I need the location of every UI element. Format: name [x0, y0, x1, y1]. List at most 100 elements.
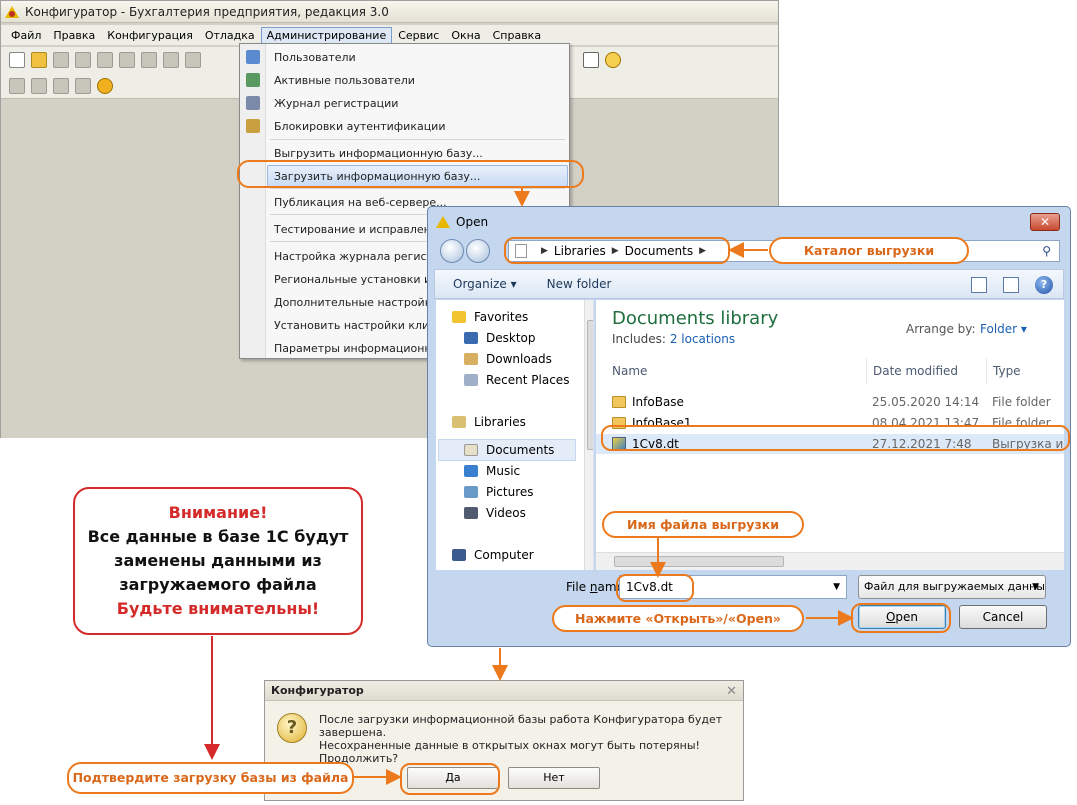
menu-item-active-users[interactable]: Активные пользователи [274, 70, 415, 90]
view-options-icon[interactable] [971, 277, 987, 293]
star-icon [452, 311, 466, 323]
cancel-button[interactable]: Cancel [959, 605, 1047, 629]
chevron-down-icon: ▼ [1032, 582, 1039, 592]
forward-button[interactable] [466, 239, 490, 263]
navigation-pane: Favorites Desktop Downloads Recent Place… [436, 300, 594, 570]
menu-item-auth-locks[interactable]: Блокировки аутентификации [274, 116, 445, 136]
run-icon[interactable] [97, 77, 113, 94]
user-icon [246, 50, 260, 64]
no-button[interactable]: Нет [508, 767, 600, 789]
database-icon[interactable] [53, 77, 69, 94]
menu-edit[interactable]: Правка [47, 27, 101, 44]
config-tree-icon[interactable] [9, 77, 25, 94]
nav-computer[interactable]: Computer [452, 546, 534, 564]
scroll-thumb[interactable] [614, 556, 784, 567]
save-icon[interactable] [53, 52, 69, 68]
help-icon[interactable]: ? [1035, 276, 1053, 294]
command-bar: Organize ▾ New folder ? [434, 269, 1064, 299]
warning-heading: Внимание! [168, 503, 268, 522]
active-users-icon [246, 73, 260, 87]
preview-pane-icon[interactable] [1003, 277, 1019, 293]
nav-downloads[interactable]: Downloads [464, 350, 552, 368]
menu-bar: Файл Правка Конфигурация Отладка Админис… [1, 25, 778, 45]
info-icon[interactable] [605, 52, 621, 68]
menu-debug[interactable]: Отладка [199, 27, 261, 44]
lock-user-icon [246, 119, 260, 133]
callout-press-open: Нажмите «Открыть»/«Open» [552, 605, 804, 632]
back-button[interactable] [440, 239, 464, 263]
nav-music[interactable]: Music [464, 462, 520, 480]
pictures-icon [464, 486, 478, 498]
recent-places-icon [464, 374, 478, 386]
nav-pictures[interactable]: Pictures [464, 483, 534, 501]
highlight-yes-button [400, 763, 500, 795]
column-type[interactable]: Type [986, 358, 1064, 384]
nav-videos[interactable]: Videos [464, 504, 526, 522]
menu-item-event-log[interactable]: Журнал регистрации [274, 93, 398, 113]
highlight-load-item [237, 160, 584, 188]
menu-item-infobase-params[interactable]: Параметры информационной [274, 338, 446, 358]
column-date-modified[interactable]: Date modified [866, 358, 986, 384]
undo-icon[interactable] [185, 52, 201, 68]
documents-icon [464, 444, 478, 456]
print-icon[interactable] [141, 52, 157, 68]
1c-logo-icon [436, 215, 450, 229]
warning-box: Внимание! Все данные в базе 1С будут зам… [73, 487, 363, 635]
chevron-down-icon[interactable]: ▼ [833, 576, 840, 598]
syntax-assistant-icon[interactable] [583, 52, 599, 68]
desktop-icon [464, 332, 478, 344]
column-name[interactable]: Name [606, 358, 866, 384]
menu-item-users[interactable]: Пользователи [274, 47, 356, 67]
scroll-thumb[interactable] [587, 320, 593, 450]
confirm-dialog-title: Конфигуратор ✕ [265, 681, 743, 701]
nav-recent-places[interactable]: Recent Places [464, 371, 569, 389]
file-row-infobase[interactable]: InfoBase 25.05.2020 14:14 File folder [596, 392, 1064, 412]
downloads-icon [464, 353, 478, 365]
library-includes: Includes: 2 locations [612, 332, 736, 346]
open-folder-icon[interactable] [31, 52, 47, 68]
menu-separator [270, 188, 565, 189]
callout-confirm: Подтвердите загрузку базы из файла [67, 762, 354, 794]
locations-link[interactable]: 2 locations [670, 332, 735, 346]
preview-icon[interactable] [163, 52, 179, 68]
menu-help[interactable]: Справка [487, 27, 547, 44]
nav-libraries[interactable]: Libraries [452, 413, 526, 431]
highlight-file-row [601, 425, 1070, 451]
organize-button[interactable]: Organize ▾ [453, 277, 517, 291]
menu-icon-strip [240, 44, 266, 358]
nav-scrollbar[interactable] [584, 300, 593, 570]
cut-icon[interactable] [75, 52, 91, 68]
highlight-address [504, 237, 730, 264]
arrange-by-dropdown[interactable]: Folder ▾ [980, 322, 1027, 336]
folder-icon [612, 396, 626, 408]
new-document-icon[interactable] [9, 52, 25, 68]
file-type-select[interactable]: Файл для выгружаемых данны ▼ [858, 575, 1046, 599]
computer-icon [452, 549, 466, 561]
file-list-scrollbar[interactable] [596, 552, 1064, 570]
menu-configuration[interactable]: Конфигурация [101, 27, 199, 44]
callout-filename: Имя файла выгрузки [602, 511, 804, 538]
paste-icon[interactable] [119, 52, 135, 68]
copy-icon[interactable] [97, 52, 113, 68]
open-dialog-title: Open [456, 215, 489, 229]
search-icon[interactable]: ⚲ [1042, 244, 1051, 258]
nav-favorites[interactable]: Favorites [452, 308, 528, 326]
menu-service[interactable]: Сервис [392, 27, 445, 44]
compare-icon[interactable] [31, 77, 47, 94]
menu-item-web-publish[interactable]: Публикация на веб-сервере... [274, 192, 447, 212]
close-button[interactable]: ✕ [726, 682, 737, 701]
menu-windows[interactable]: Окна [445, 27, 486, 44]
nav-documents[interactable]: Documents [464, 441, 554, 459]
library-title: Documents library [612, 308, 779, 329]
question-icon: ? [277, 713, 307, 743]
nav-desktop[interactable]: Desktop [464, 329, 536, 347]
menu-administration[interactable]: Администрирование [260, 26, 393, 44]
libraries-icon [452, 416, 466, 428]
configurator-titlebar: Конфигуратор - Бухгалтерия предприятия, … [1, 1, 778, 23]
confirm-message: После загрузки информационной базы работ… [319, 713, 723, 765]
menu-item-client-settings[interactable]: Установить настройки клиент [274, 315, 450, 335]
new-folder-button[interactable]: New folder [547, 277, 612, 291]
menu-file[interactable]: Файл [5, 27, 47, 44]
close-button[interactable]: ✕ [1030, 213, 1060, 231]
table-icon[interactable] [75, 77, 91, 94]
